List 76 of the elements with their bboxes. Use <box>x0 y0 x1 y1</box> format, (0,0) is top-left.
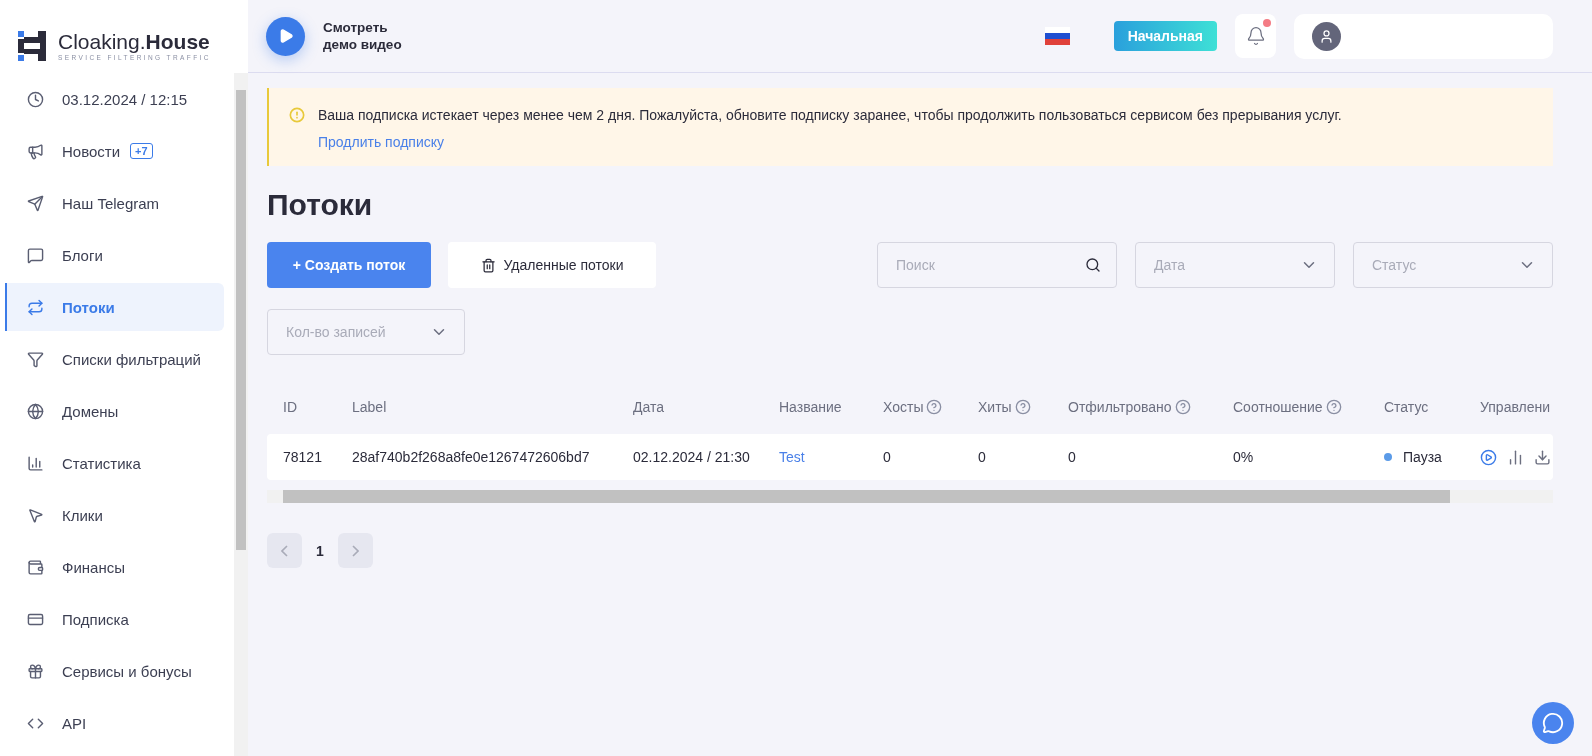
gift-icon <box>27 662 44 680</box>
paper-plane-icon <box>27 194 44 212</box>
sidebar-item[interactable]: Статистика <box>5 439 224 487</box>
sidebar-item[interactable]: Домены <box>5 387 224 435</box>
sidebar-item[interactable]: Сервисы и бонусы <box>5 647 224 695</box>
sidebar-item[interactable]: Блоги <box>5 231 224 279</box>
table-cell-text: 0% <box>1233 449 1255 465</box>
clock-icon <box>27 90 44 108</box>
column-header: Соотношение <box>1233 399 1323 415</box>
download-icon[interactable] <box>1534 448 1551 466</box>
page-title: Потоки <box>267 188 374 222</box>
column-header: Статус <box>1384 399 1429 415</box>
logo-icon <box>18 30 48 61</box>
wallet-icon <box>27 558 44 576</box>
help-icon <box>1325 399 1342 415</box>
news-count-badge: +7 <box>130 143 153 159</box>
chevron-right-icon <box>351 544 359 557</box>
table-scrollbar[interactable] <box>267 490 1553 503</box>
bell-icon <box>1245 26 1266 46</box>
search-icon <box>1085 257 1101 273</box>
logo-text: Cloaking.House <box>58 30 211 54</box>
table-cell-text: 0 <box>978 449 987 465</box>
flag-icon[interactable] <box>1044 27 1070 45</box>
sidebar-item[interactable]: Клики <box>5 491 224 539</box>
repeat-icon <box>27 298 44 316</box>
sidebar-item[interactable]: Новости +7 <box>5 127 224 175</box>
sidebar-item[interactable]: API <box>5 699 224 747</box>
chat-icon <box>27 246 44 264</box>
column-header: Управлени <box>1480 399 1551 415</box>
globe-icon <box>27 402 44 420</box>
column-header: ID <box>283 399 297 415</box>
sidebar-scrollbar[interactable] <box>234 73 248 756</box>
renew-link[interactable]: Продлить подписку <box>318 134 1342 150</box>
column-header: Отфильтровано <box>1068 399 1172 415</box>
search-field[interactable]: Поиск <box>877 242 1117 288</box>
bar-chart-icon <box>27 454 44 472</box>
status-label: Пауза <box>1403 449 1442 465</box>
help-icon <box>1174 399 1191 415</box>
warning-icon <box>289 107 305 123</box>
person-icon <box>1319 28 1334 44</box>
column-header: Дата <box>633 399 664 415</box>
sidebar-item[interactable]: Потоки <box>5 283 224 331</box>
sidebar-item[interactable]: Наш Telegram <box>5 179 224 227</box>
play-video-button[interactable] <box>266 16 305 56</box>
flow-name-link[interactable]: Test <box>779 449 805 465</box>
chat-button[interactable] <box>1532 702 1574 744</box>
column-header: Хиты <box>978 399 1012 415</box>
sidebar-item[interactable]: Подписка <box>5 595 224 643</box>
table-cell-text: 0 <box>1068 449 1077 465</box>
notifications-button[interactable] <box>1235 14 1276 58</box>
sidebar-item[interactable]: Финансы <box>5 543 224 591</box>
trash-icon <box>480 257 496 273</box>
bar-chart-icon[interactable] <box>1507 448 1524 466</box>
table-cell-text: 78121 <box>282 449 323 465</box>
create-flow-button[interactable]: + Создать поток <box>267 242 431 288</box>
table-cell-text: 02.12.2024 / 21:30 <box>633 449 751 465</box>
table-cell-text: 0 <box>883 449 892 465</box>
chat-bubble-icon <box>1542 712 1564 734</box>
user-panel[interactable] <box>1294 13 1553 59</box>
sidebar-item[interactable]: Списки фильтраций <box>5 335 224 383</box>
deleted-flows-button[interactable]: Удаленные потоки <box>448 242 656 288</box>
table-cell-text: 28af740b2f268a8fe0e1267472606bd7 <box>352 449 591 465</box>
cursor-icon <box>27 506 44 524</box>
column-header: Хосты <box>883 399 924 415</box>
alert-message: Ваша подписка истекает через менее чем 2 дня. Пожалуйста, обновите подписку заранее, чтобы продолжить пользоваться сервисом без прерывания услуг. <box>318 107 1342 123</box>
column-header: Название <box>779 399 842 415</box>
help-icon <box>1014 399 1031 415</box>
megaphone-icon <box>27 142 44 160</box>
sidebar-item[interactable]: 03.12.2024 / 12:15 <box>5 75 224 123</box>
play-icon[interactable] <box>1480 448 1497 466</box>
column-header: Label <box>352 399 387 415</box>
chevron-left-icon <box>281 544 288 557</box>
filter-icon <box>27 350 44 368</box>
help-icon <box>926 399 943 415</box>
page-number[interactable]: 1 <box>316 542 324 559</box>
demo-video-link[interactable]: Смотреть демо видео <box>323 19 402 53</box>
